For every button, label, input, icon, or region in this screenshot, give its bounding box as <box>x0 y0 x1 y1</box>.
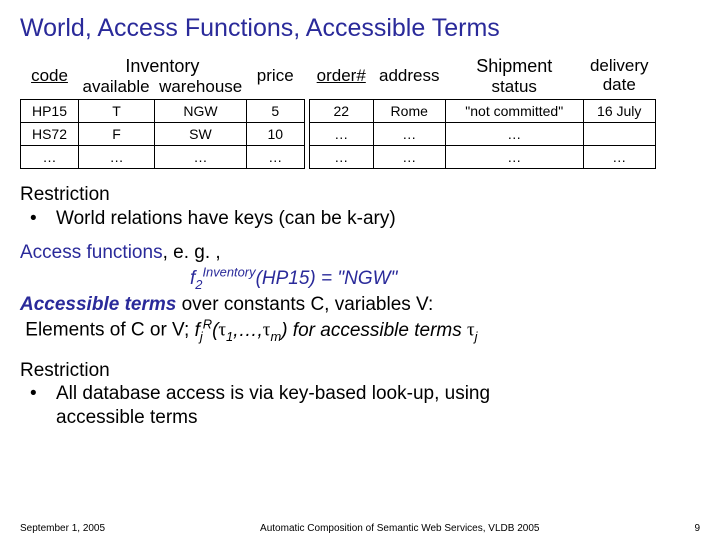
shipment-table: order# address Shipment status delivery … <box>309 53 656 169</box>
footer-date: September 1, 2005 <box>20 523 105 534</box>
inventory-table: code Inventory available warehouse price… <box>20 53 305 169</box>
footer: September 1, 2005 Automatic Composition … <box>20 523 700 534</box>
access-functions-block: Access functions, e. g. , f2Inventory(HP… <box>20 241 700 345</box>
slide-title: World, Access Functions, Accessible Term… <box>20 14 700 43</box>
col-delivery: delivery date <box>583 53 655 100</box>
col-address: address <box>373 53 445 100</box>
table-row: … … … … <box>21 146 305 169</box>
table-row: 22 Rome "not committed" 16 July <box>309 100 655 123</box>
bullet-icon: • <box>20 382 56 430</box>
table-row: … … … … <box>309 146 655 169</box>
tables-container: code Inventory available warehouse price… <box>20 53 700 169</box>
shipment-title: Shipment status <box>445 53 583 100</box>
restriction-1: Restriction •World relations have keys (… <box>20 183 700 231</box>
inventory-title: Inventory available warehouse <box>79 53 247 100</box>
col-code: code <box>21 53 79 100</box>
page-number: 9 <box>694 523 700 534</box>
bullet-icon: • <box>20 207 56 231</box>
col-price: price <box>246 53 304 100</box>
col-order: order# <box>309 53 373 100</box>
footer-conference: Automatic Composition of Semantic Web Se… <box>105 523 694 534</box>
table-row: HP15 T NGW 5 <box>21 100 305 123</box>
table-row: HS72 F SW 10 <box>21 123 305 146</box>
table-row: … … … <box>309 123 655 146</box>
restriction-2: Restriction •All database access is via … <box>20 359 700 430</box>
